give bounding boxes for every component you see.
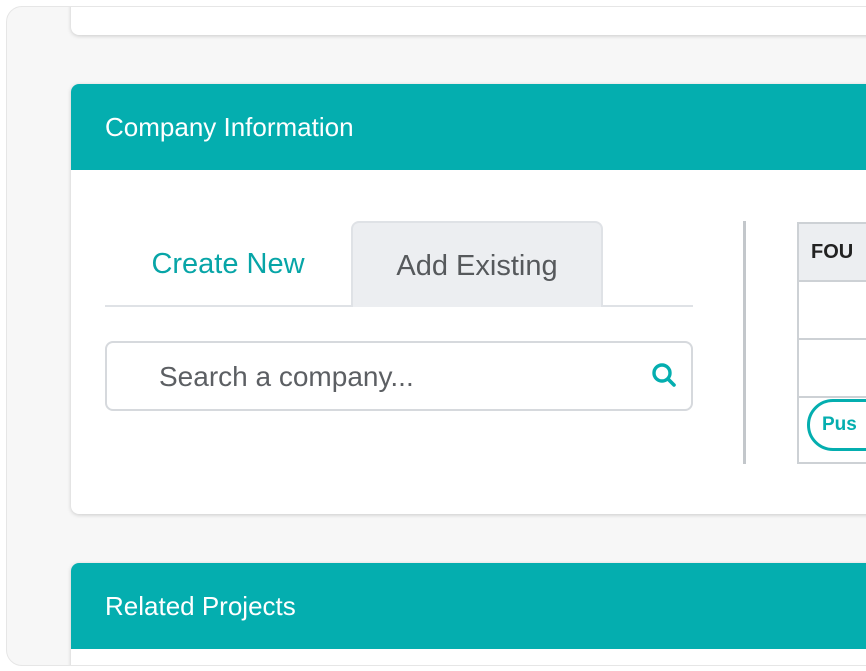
page-background: Company Information Create New Add Exist… (6, 6, 866, 666)
push-button[interactable]: Pus (807, 399, 866, 451)
company-information-header: Company Information (71, 84, 866, 170)
companies-table: FOU Pus (797, 222, 866, 464)
related-projects-title: Related Projects (105, 591, 296, 621)
company-tabs: Create New Add Existing (105, 221, 693, 307)
table-row (799, 282, 866, 340)
table-header-cell: FOU (799, 224, 866, 282)
related-projects-card: Related Projects (71, 563, 866, 665)
company-search-box (105, 341, 693, 411)
company-search-input[interactable] (157, 343, 621, 411)
tab-add-existing[interactable]: Add Existing (351, 221, 603, 307)
company-information-card: Company Information Create New Add Exist… (71, 84, 866, 514)
company-information-title: Company Information (105, 112, 354, 142)
search-icon[interactable] (651, 362, 677, 393)
related-projects-header: Related Projects (71, 563, 866, 649)
vertical-divider (743, 221, 746, 464)
table-row (799, 340, 866, 398)
previous-card (71, 7, 866, 35)
tab-create-new[interactable]: Create New (105, 221, 351, 305)
